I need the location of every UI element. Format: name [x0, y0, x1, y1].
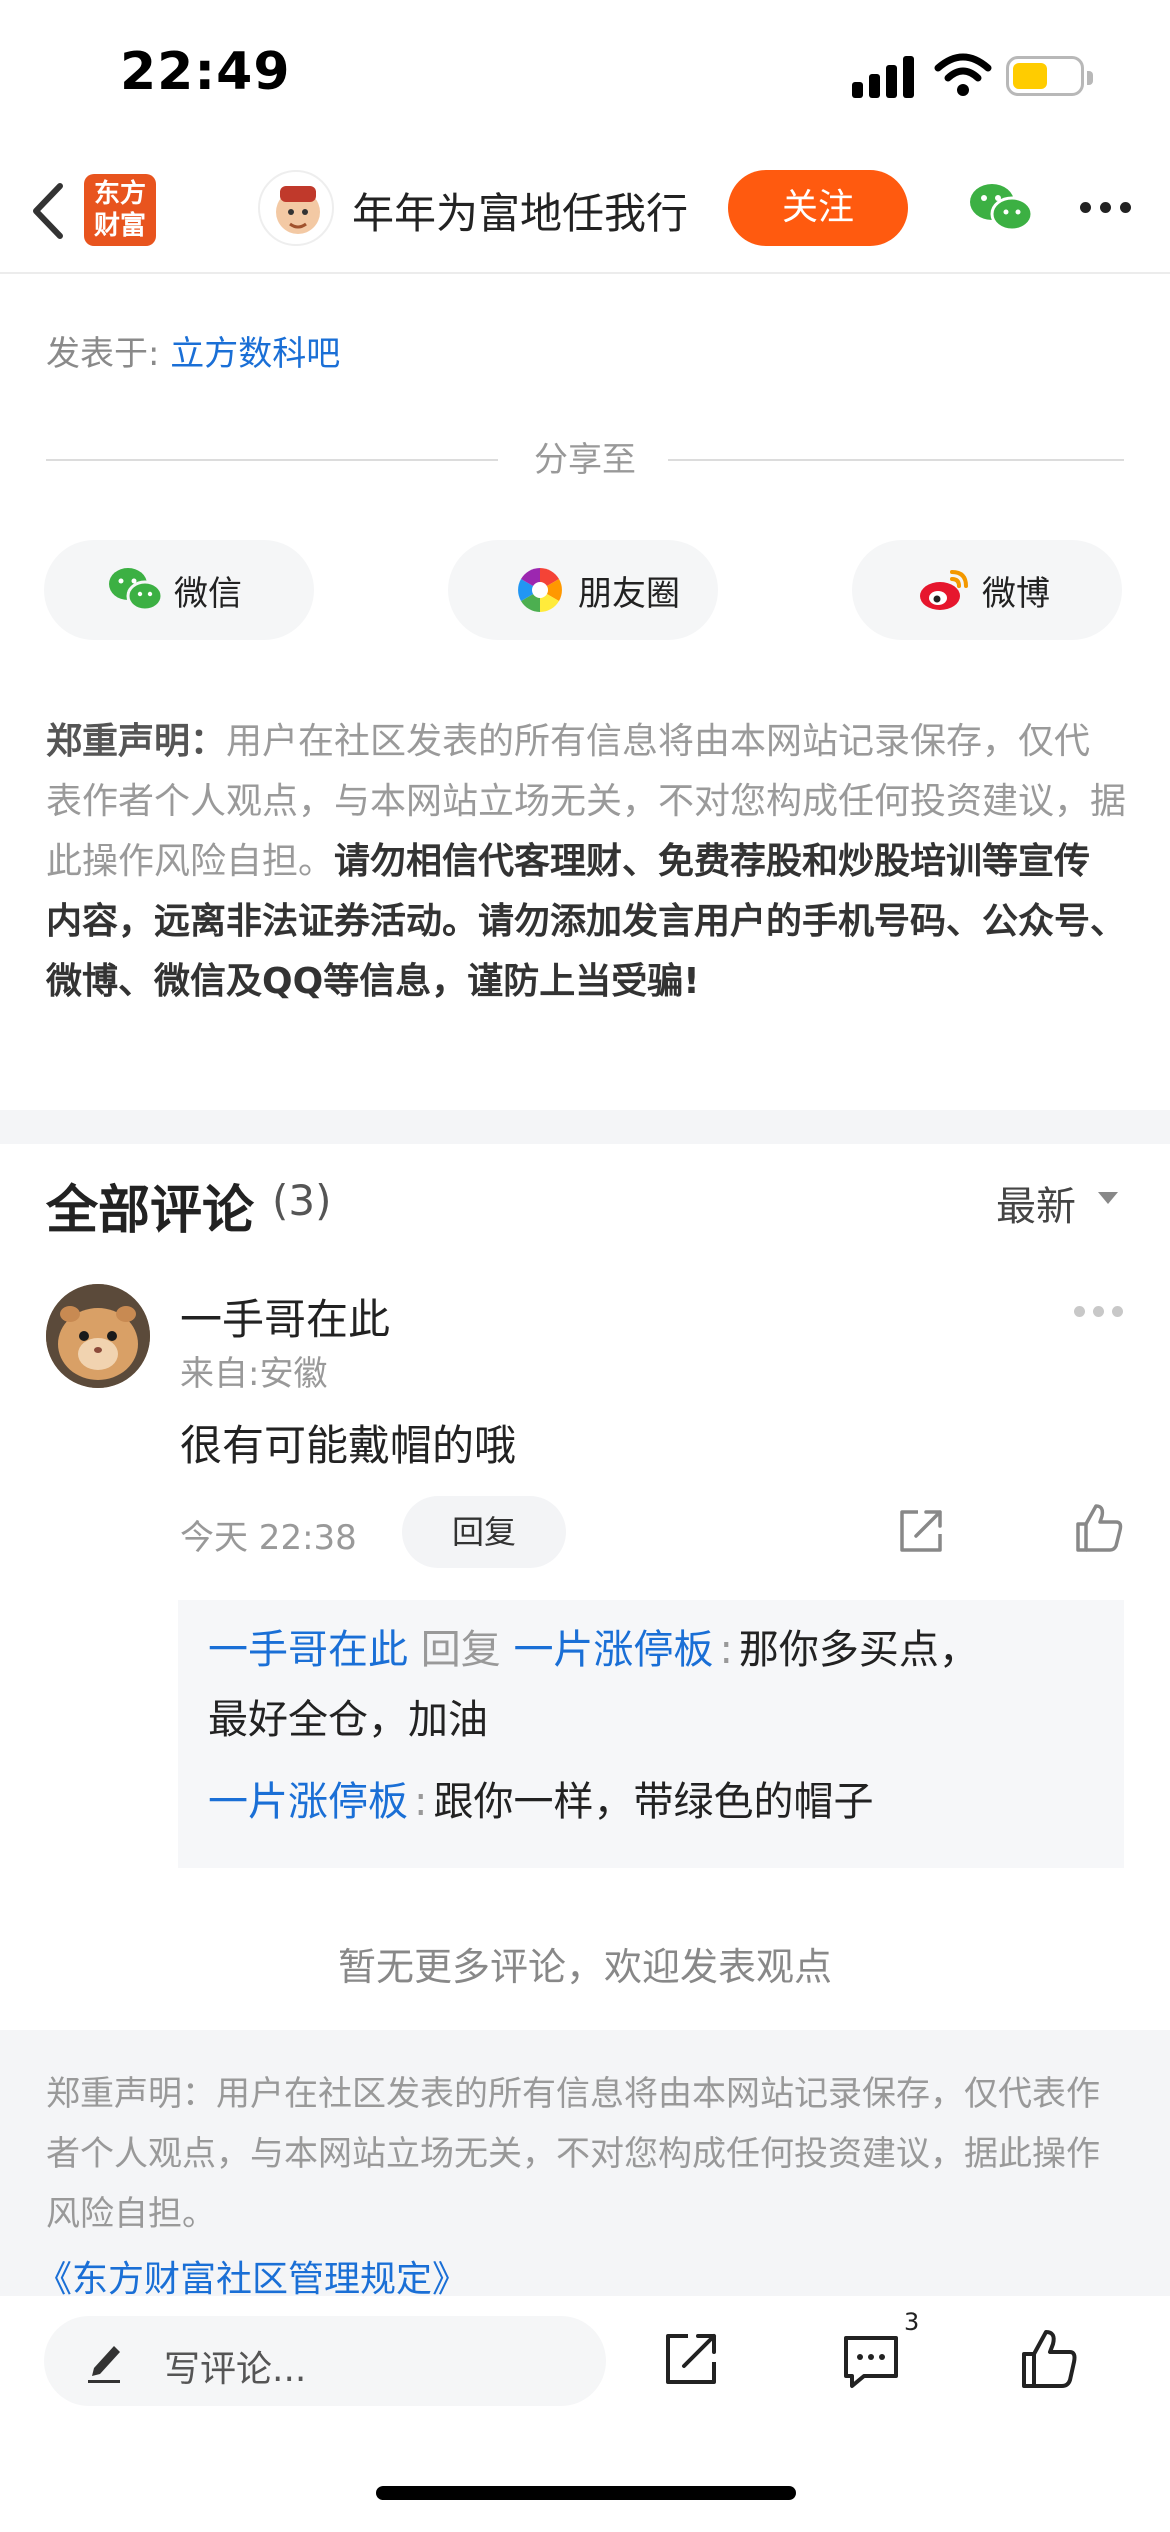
- reply-text-continued: 最好全仓，加油: [208, 1697, 488, 1743]
- share-icon[interactable]: [896, 1506, 946, 1556]
- reply-word: 回复: [420, 1627, 501, 1673]
- top-nav-bar: 东方 财富 年年为富地任我行 关注: [0, 150, 1170, 274]
- footer-disclaimer-text: 郑重声明：用户在社区发表的所有信息将由本网站记录保存，仅代表作者个人观点，与本网…: [46, 2074, 1100, 2234]
- reply-thread: 一手哥在此 回复 一片涨停板: 那你多买点， 最好全仓，加油 一片涨停板: 跟你一样…: [178, 1600, 1124, 1868]
- comments-title: 全部评论: [46, 1181, 255, 1241]
- comments-count: (3): [272, 1176, 332, 1225]
- reply-item: 一片涨停板: 跟你一样，带绿色的帽子: [208, 1766, 873, 1838]
- caret-down-icon[interactable]: [1098, 1192, 1118, 1204]
- section-gap: [0, 1110, 1170, 1144]
- pencil-icon: [88, 2346, 120, 2383]
- reply-text: 跟你一样，带绿色的帽子: [433, 1779, 874, 1825]
- battery-icon: [1006, 56, 1093, 96]
- like-icon[interactable]: [1074, 1502, 1124, 1554]
- status-time: 22:49: [120, 42, 291, 102]
- disclaimer: 郑重声明：用户在社区发表的所有信息将由本网站记录保存，仅代表作者个人观点，与本网…: [46, 712, 1126, 1012]
- share-icon[interactable]: [662, 2330, 720, 2388]
- bar-link[interactable]: 立方数科吧: [170, 334, 340, 374]
- follow-button[interactable]: 关注: [728, 170, 908, 246]
- reply-author[interactable]: 一片涨停板: [208, 1779, 408, 1825]
- status-bar: 22:49: [0, 0, 1170, 150]
- weibo-icon: [920, 570, 968, 610]
- like-icon[interactable]: [1020, 2328, 1078, 2390]
- comment-count-badge: 3: [904, 2308, 920, 2336]
- back-arrow-icon[interactable]: [26, 178, 72, 244]
- page: 22:49 东方 财富 年年为富地任我行 关注 发表于: 立方数科吧 分享至 微…: [0, 0, 1170, 2532]
- write-comment-placeholder: 写评论...: [164, 2349, 307, 2390]
- comment-more-icon[interactable]: [1074, 1306, 1124, 1318]
- reply-author[interactable]: 一手哥在此: [208, 1627, 408, 1673]
- moments-icon: [518, 568, 562, 612]
- share-title: 分享至: [534, 440, 636, 480]
- commenter-avatar[interactable]: [46, 1284, 150, 1388]
- posted-in-label: 发表于:: [46, 334, 160, 374]
- reply-item: 一手哥在此 回复 一片涨停板: 那你多买点，: [208, 1614, 979, 1686]
- reply-button[interactable]: 回复: [402, 1496, 566, 1568]
- reply-target[interactable]: 一片涨停板: [513, 1627, 713, 1673]
- comment-time: 今天 22:38: [180, 1518, 357, 1558]
- share-wechat-button[interactable]: 微信: [44, 540, 314, 640]
- posted-in: 发表于: 立方数科吧: [46, 326, 340, 375]
- reply-text: 那你多买点，: [738, 1627, 979, 1673]
- commenter-location: 来自:安徽: [180, 1354, 328, 1394]
- app-logo[interactable]: 东方 财富: [84, 174, 156, 246]
- footer-disclaimer: 郑重声明：用户在社区发表的所有信息将由本网站记录保存，仅代表作者个人观点，与本网…: [0, 2030, 1170, 2300]
- sort-dropdown[interactable]: 最新: [996, 1174, 1076, 1232]
- community-rules-link[interactable]: 《东方财富社区管理规定》: [36, 2250, 468, 2302]
- comment-text: 很有可能戴帽的哦: [180, 1421, 517, 1470]
- disclaimer-heading: 郑重声明：: [46, 721, 227, 762]
- share-moments-label: 朋友圈: [578, 574, 680, 614]
- author-name[interactable]: 年年为富地任我行: [352, 180, 688, 241]
- share-moments-button[interactable]: 朋友圈: [448, 540, 718, 640]
- author-avatar[interactable]: [258, 170, 334, 246]
- wifi-icon: [934, 53, 992, 96]
- more-options-icon[interactable]: [1080, 202, 1132, 216]
- share-wechat-label: 微信: [174, 574, 242, 614]
- reply-colon: :: [719, 1627, 733, 1673]
- no-more-comments: 暂无更多评论，欢迎发表观点: [337, 1945, 832, 1989]
- reply-colon: :: [414, 1779, 428, 1825]
- commenter-name[interactable]: 一手哥在此: [180, 1286, 390, 1347]
- signal-icon: [852, 56, 916, 98]
- share-weibo-button[interactable]: 微博: [852, 540, 1122, 640]
- home-indicator[interactable]: [376, 2486, 796, 2500]
- write-comment-input[interactable]: 写评论...: [44, 2316, 606, 2406]
- wechat-icon[interactable]: [968, 180, 1034, 236]
- wechat-icon: [109, 568, 164, 612]
- share-weibo-label: 微博: [982, 574, 1050, 614]
- comment-icon[interactable]: [840, 2332, 902, 2392]
